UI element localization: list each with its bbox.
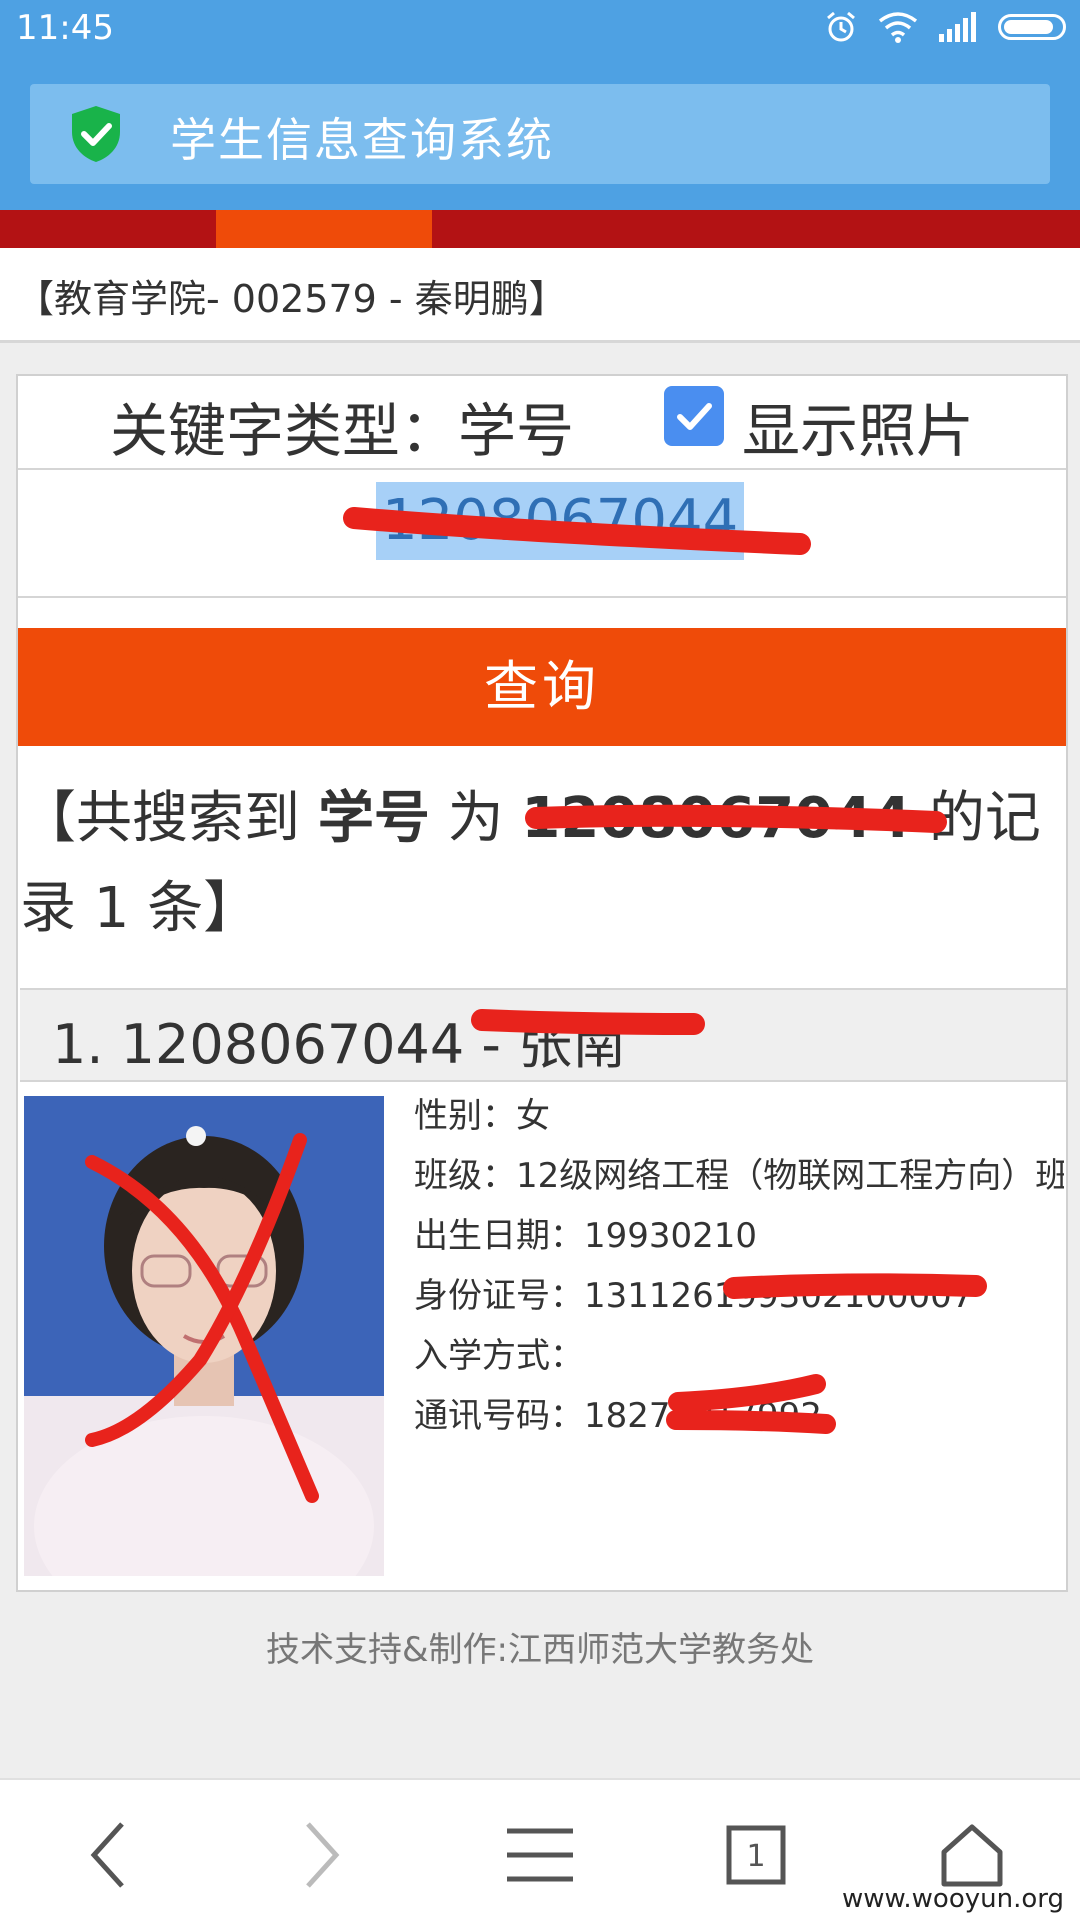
birth-field: 出生日期：19930210 [414, 1216, 758, 1256]
user-info: 【教育学院- 002579 - 秦明鹏】 [16, 277, 567, 321]
id-number-field: 身份证号：131126199302100007 [414, 1276, 974, 1316]
check-icon [677, 403, 712, 430]
chevron-left-icon [90, 1822, 124, 1888]
bottom-nav: 1 www.wooyun.org [0, 1778, 1080, 1922]
query-button[interactable]: 查询 [18, 628, 1066, 746]
keyword-type-label[interactable]: 关键字类型：学号 [110, 384, 574, 468]
phone-field: 通讯号码：18270017992 [414, 1396, 822, 1436]
signal-icon [939, 12, 976, 42]
student-photo [24, 1096, 384, 1576]
watermark: www.wooyun.org [841, 1884, 1064, 1914]
result-field: 学号 [317, 786, 430, 851]
record-header[interactable]: 1. 1208067044 - 张南 [20, 988, 1066, 1082]
tabs-button[interactable]: 1 [706, 1810, 806, 1900]
wifi-icon [878, 12, 918, 43]
input-row: 1208067044 [18, 468, 1066, 598]
user-bar: 【教育学院- 002579 - 秦明鹏】 [0, 248, 1080, 343]
footer-credit: 技术支持&制作:江西师范大学教务处 [266, 1630, 814, 1670]
record-details: 性别：女 班级：12级网络工程（物联网工程方向）班 出生日期：19930210 … [414, 1086, 1064, 1446]
address-bar[interactable]: 学生信息查询系统 [30, 84, 1050, 184]
keyword-row: 关键字类型：学号 显示照片 [18, 376, 1066, 470]
back-button[interactable] [58, 1810, 158, 1900]
tabs-icon: 1 [726, 1825, 786, 1885]
forward-button[interactable] [272, 1810, 372, 1900]
tabs-count: 1 [746, 1839, 765, 1874]
top-bar: 11:45 学生信息查询系统 [0, 0, 1080, 210]
show-photo-checkbox[interactable] [664, 386, 724, 446]
home-icon [941, 1824, 1003, 1887]
result-prefix: 【共搜索到 [20, 786, 318, 851]
enroll-field: 入学方式： [414, 1336, 584, 1376]
nav-strip-active[interactable] [216, 210, 432, 248]
status-icons [824, 10, 1066, 44]
record-title: 1. 1208067044 - 张南 [52, 1013, 627, 1076]
result-middle: 为 [429, 786, 522, 851]
menu-icon [507, 1828, 573, 1882]
status-time: 11:45 [16, 8, 114, 48]
search-input[interactable]: 1208067044 [376, 482, 745, 560]
show-photo-label[interactable]: 显示照片 [742, 384, 974, 468]
secure-shield-icon [72, 106, 120, 162]
search-card: 关键字类型：学号 显示照片 1208067044 查询 【共搜索到 学号 为 1… [16, 374, 1068, 1592]
menu-button[interactable] [490, 1810, 590, 1900]
chevron-right-icon [306, 1822, 340, 1888]
gender-field: 性别：女 [414, 1096, 550, 1136]
class-field: 班级：12级网络工程（物联网工程方向）班 [414, 1156, 1064, 1196]
result-value: 1208067044 [521, 786, 912, 851]
nav-strip [0, 210, 1080, 248]
battery-icon [998, 14, 1066, 40]
result-summary: 【共搜索到 学号 为 1208067044 的记录 1 条】 [20, 774, 1050, 954]
page-title: 学生信息查询系统 [170, 113, 554, 167]
alarm-icon [827, 11, 855, 42]
